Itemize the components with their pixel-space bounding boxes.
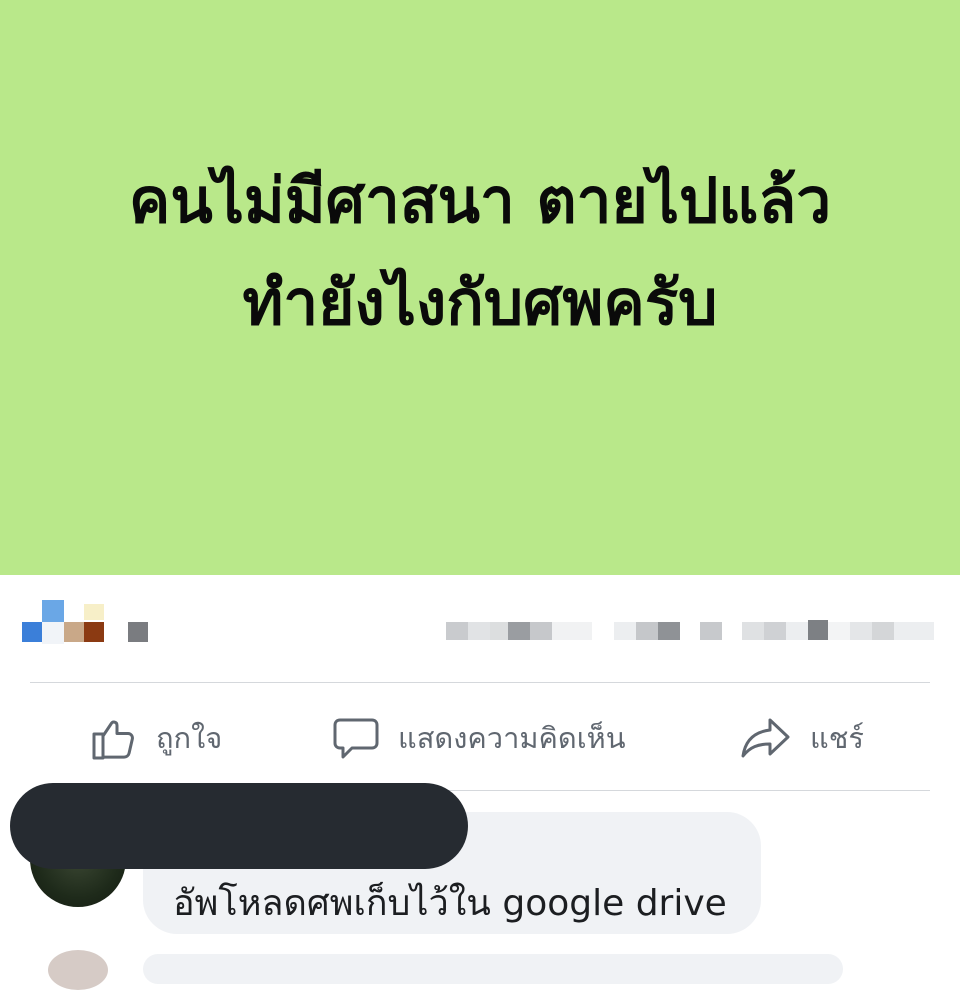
thumbs-up-icon xyxy=(90,714,138,762)
divider-top xyxy=(30,682,930,683)
like-button[interactable]: ถูกใจ xyxy=(90,700,222,776)
share-arrow-icon xyxy=(740,714,792,762)
post-text: คนไม่มีศาสนา ตายไปแล้ว ทำยังไงกับศพครับ xyxy=(0,150,960,354)
post-text-line-2: ทำยังไงกับศพครับ xyxy=(242,266,718,339)
comment-button[interactable]: แสดงความคิดเห็น xyxy=(332,700,626,776)
comment-text: อัพโหลดศพเก็บไว้ใน google drive xyxy=(173,883,727,924)
share-label: แชร์ xyxy=(810,721,864,755)
reactions-stats-row[interactable] xyxy=(0,590,960,670)
next-comment-bubble xyxy=(143,954,843,984)
post-text-line-1: คนไม่มีศาสนา ตายไปแล้ว xyxy=(128,164,832,237)
redacted-author-name xyxy=(10,783,468,869)
post-card: คนไม่มีศาสนา ตายไปแล้ว ทำยังไงกับศพครับ xyxy=(0,0,960,575)
speech-bubble-icon xyxy=(332,714,380,762)
next-comment-avatar[interactable] xyxy=(48,950,108,990)
action-bar: ถูกใจ แสดงความคิดเห็น แชร์ xyxy=(0,700,960,776)
like-label: ถูกใจ xyxy=(156,721,223,755)
share-button[interactable]: แชร์ xyxy=(740,700,864,776)
comment-label: แสดงความคิดเห็น xyxy=(398,721,626,755)
